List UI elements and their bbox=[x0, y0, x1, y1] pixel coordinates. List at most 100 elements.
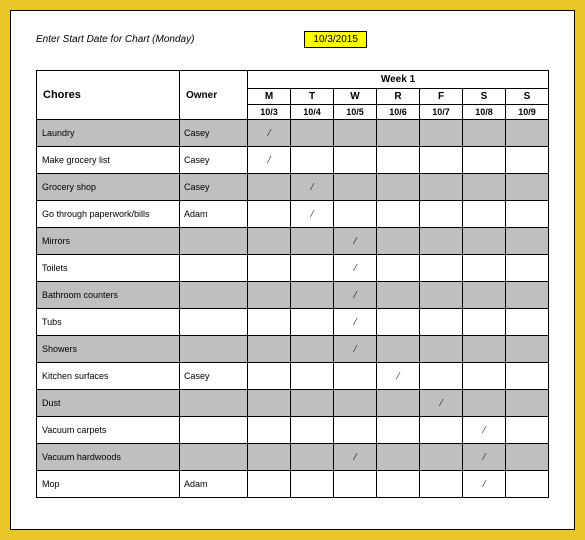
mark-cell[interactable]: / bbox=[248, 147, 291, 174]
mark-cell[interactable] bbox=[377, 309, 420, 336]
mark-cell[interactable] bbox=[334, 201, 377, 228]
mark-cell[interactable] bbox=[377, 417, 420, 444]
chore-cell[interactable]: Bathroom counters bbox=[37, 282, 180, 309]
mark-cell[interactable] bbox=[420, 282, 463, 309]
mark-cell[interactable]: / bbox=[463, 444, 506, 471]
chore-cell[interactable]: Vacuum hardwoods bbox=[37, 444, 180, 471]
mark-cell[interactable]: / bbox=[420, 390, 463, 417]
start-date-input[interactable]: 10/3/2015 bbox=[304, 31, 367, 48]
mark-cell[interactable]: / bbox=[334, 336, 377, 363]
mark-cell[interactable] bbox=[506, 282, 549, 309]
mark-cell[interactable] bbox=[377, 390, 420, 417]
mark-cell[interactable] bbox=[248, 201, 291, 228]
mark-cell[interactable] bbox=[420, 228, 463, 255]
mark-cell[interactable] bbox=[291, 309, 334, 336]
owner-cell[interactable] bbox=[180, 444, 248, 471]
mark-cell[interactable] bbox=[334, 417, 377, 444]
mark-cell[interactable] bbox=[291, 255, 334, 282]
owner-cell[interactable] bbox=[180, 417, 248, 444]
mark-cell[interactable] bbox=[334, 120, 377, 147]
chore-cell[interactable]: Mop bbox=[37, 471, 180, 498]
mark-cell[interactable]: / bbox=[334, 228, 377, 255]
chore-cell[interactable]: Kitchen surfaces bbox=[37, 363, 180, 390]
mark-cell[interactable] bbox=[377, 228, 420, 255]
mark-cell[interactable] bbox=[420, 336, 463, 363]
mark-cell[interactable] bbox=[463, 120, 506, 147]
owner-cell[interactable]: Casey bbox=[180, 363, 248, 390]
owner-cell[interactable] bbox=[180, 309, 248, 336]
mark-cell[interactable] bbox=[248, 309, 291, 336]
mark-cell[interactable] bbox=[506, 228, 549, 255]
mark-cell[interactable] bbox=[506, 174, 549, 201]
mark-cell[interactable] bbox=[377, 120, 420, 147]
mark-cell[interactable] bbox=[377, 201, 420, 228]
mark-cell[interactable] bbox=[334, 390, 377, 417]
mark-cell[interactable] bbox=[506, 471, 549, 498]
mark-cell[interactable] bbox=[377, 336, 420, 363]
owner-cell[interactable]: Casey bbox=[180, 147, 248, 174]
mark-cell[interactable] bbox=[291, 336, 334, 363]
mark-cell[interactable] bbox=[506, 444, 549, 471]
mark-cell[interactable] bbox=[248, 417, 291, 444]
mark-cell[interactable]: / bbox=[291, 201, 334, 228]
mark-cell[interactable]: / bbox=[463, 471, 506, 498]
owner-cell[interactable]: Adam bbox=[180, 201, 248, 228]
mark-cell[interactable]: / bbox=[463, 417, 506, 444]
mark-cell[interactable] bbox=[377, 174, 420, 201]
chore-cell[interactable]: Laundry bbox=[37, 120, 180, 147]
mark-cell[interactable] bbox=[377, 282, 420, 309]
mark-cell[interactable] bbox=[377, 444, 420, 471]
mark-cell[interactable] bbox=[506, 417, 549, 444]
owner-cell[interactable]: Casey bbox=[180, 174, 248, 201]
mark-cell[interactable]: / bbox=[377, 363, 420, 390]
mark-cell[interactable] bbox=[291, 282, 334, 309]
chore-cell[interactable]: Dust bbox=[37, 390, 180, 417]
mark-cell[interactable] bbox=[291, 228, 334, 255]
mark-cell[interactable] bbox=[463, 255, 506, 282]
mark-cell[interactable] bbox=[420, 120, 463, 147]
chore-cell[interactable]: Toilets bbox=[37, 255, 180, 282]
chore-cell[interactable]: Grocery shop bbox=[37, 174, 180, 201]
chore-cell[interactable]: Make grocery list bbox=[37, 147, 180, 174]
mark-cell[interactable] bbox=[463, 363, 506, 390]
mark-cell[interactable] bbox=[463, 174, 506, 201]
mark-cell[interactable] bbox=[377, 471, 420, 498]
mark-cell[interactable]: / bbox=[334, 309, 377, 336]
mark-cell[interactable] bbox=[291, 363, 334, 390]
mark-cell[interactable]: / bbox=[248, 120, 291, 147]
mark-cell[interactable] bbox=[248, 471, 291, 498]
owner-cell[interactable]: Adam bbox=[180, 471, 248, 498]
mark-cell[interactable] bbox=[506, 309, 549, 336]
mark-cell[interactable] bbox=[334, 147, 377, 174]
mark-cell[interactable] bbox=[248, 228, 291, 255]
mark-cell[interactable] bbox=[506, 336, 549, 363]
owner-cell[interactable] bbox=[180, 255, 248, 282]
mark-cell[interactable] bbox=[420, 174, 463, 201]
mark-cell[interactable] bbox=[248, 282, 291, 309]
mark-cell[interactable] bbox=[334, 174, 377, 201]
chore-cell[interactable]: Tubs bbox=[37, 309, 180, 336]
mark-cell[interactable] bbox=[463, 228, 506, 255]
mark-cell[interactable] bbox=[291, 417, 334, 444]
mark-cell[interactable]: / bbox=[334, 282, 377, 309]
owner-cell[interactable] bbox=[180, 228, 248, 255]
mark-cell[interactable]: / bbox=[334, 444, 377, 471]
mark-cell[interactable] bbox=[291, 444, 334, 471]
mark-cell[interactable]: / bbox=[291, 174, 334, 201]
mark-cell[interactable] bbox=[463, 309, 506, 336]
mark-cell[interactable] bbox=[463, 282, 506, 309]
mark-cell[interactable] bbox=[420, 255, 463, 282]
mark-cell[interactable] bbox=[291, 390, 334, 417]
mark-cell[interactable] bbox=[420, 471, 463, 498]
mark-cell[interactable] bbox=[420, 417, 463, 444]
mark-cell[interactable] bbox=[463, 336, 506, 363]
mark-cell[interactable] bbox=[377, 147, 420, 174]
chore-cell[interactable]: Go through paperwork/bills bbox=[37, 201, 180, 228]
mark-cell[interactable] bbox=[291, 471, 334, 498]
mark-cell[interactable] bbox=[506, 147, 549, 174]
mark-cell[interactable]: / bbox=[334, 255, 377, 282]
mark-cell[interactable] bbox=[248, 336, 291, 363]
mark-cell[interactable] bbox=[420, 147, 463, 174]
mark-cell[interactable] bbox=[506, 390, 549, 417]
mark-cell[interactable] bbox=[506, 255, 549, 282]
